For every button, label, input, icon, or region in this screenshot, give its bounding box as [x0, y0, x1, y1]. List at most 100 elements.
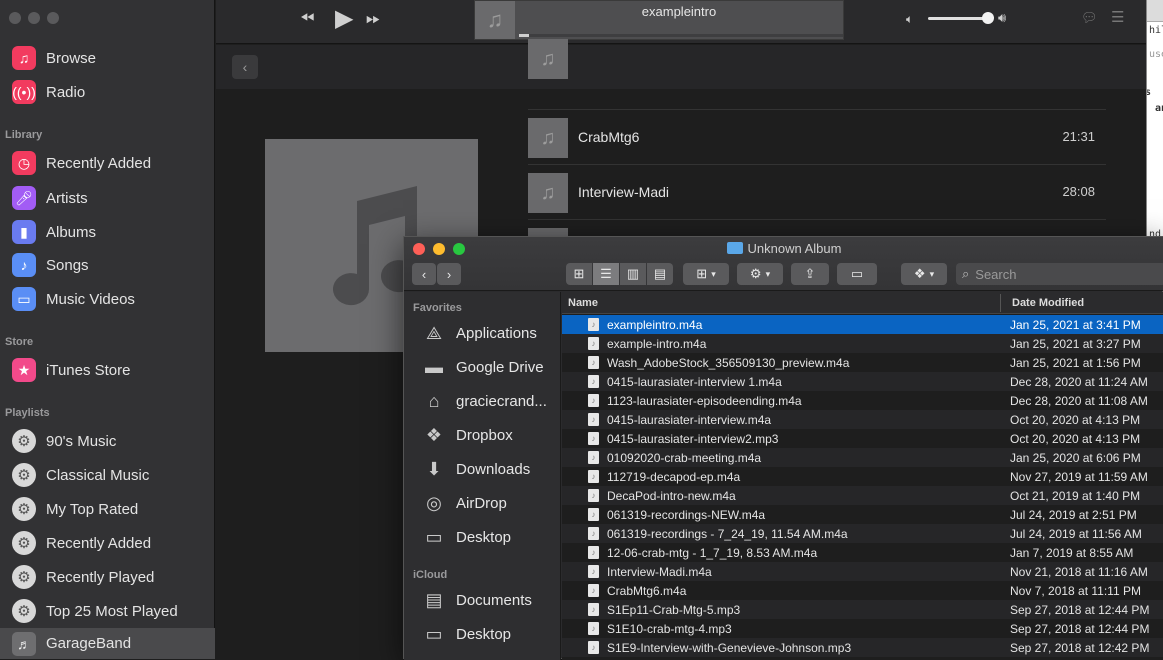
sidebar-item-icloud-desktop[interactable]: ▭ Desktop	[404, 617, 561, 651]
sidebar-item-classical-music[interactable]: ⚙ Classical Music	[0, 458, 215, 492]
file-name: 12-06-crab-mtg - 1_7_19, 8.53 AM.m4a	[607, 546, 818, 560]
file-row[interactable]: ♪ 061319-recordings - 7_24_19, 11.54 AM.m…	[562, 524, 1163, 543]
audio-file-icon: ♪	[588, 508, 599, 521]
minimize-window-button[interactable]	[28, 12, 40, 24]
file-row[interactable]: ♪ 0415-laurasiater-interview2.mp3 Oct 20, …	[562, 429, 1163, 448]
sidebar-item-documents[interactable]: ▤ Documents	[404, 583, 561, 617]
file-date-modified: Sep 27, 2018 at 12:44 PM	[1010, 622, 1150, 636]
music-sidebar: ♫ Browse ((•)) Radio Library ◷ Recently …	[0, 0, 215, 659]
back-button[interactable]: ‹	[232, 55, 258, 79]
lyrics-icon[interactable]: 💬︎	[1081, 10, 1098, 26]
sidebar-item-artists[interactable]: 🎤︎ Artists	[0, 181, 215, 215]
file-row[interactable]: ♪ S1E9-Interview-with-Genevieve-Johnson.m…	[562, 638, 1163, 657]
sidebar-item-garageband[interactable]: ♬ GarageBand	[0, 628, 215, 659]
terminal-titlebar	[1147, 0, 1163, 22]
sidebar-item-top-25-most-played[interactable]: ⚙ Top 25 Most Played	[0, 594, 215, 628]
file-date-modified: Nov 21, 2018 at 11:16 AM	[1010, 565, 1148, 579]
sidebar-item-desktop[interactable]: ▭ Desktop	[404, 520, 561, 554]
back-button[interactable]: ‹	[412, 263, 436, 285]
finder-window-title: Unknown Album	[404, 241, 1163, 256]
sidebar-item-downloads[interactable]: ⬇ Downloads	[404, 452, 561, 486]
sidebar-item-90s-music[interactable]: ⚙ 90's Music	[0, 424, 215, 458]
finder-sidebar: Favorites ⟁ Applications ▬ Google Drive …	[404, 292, 561, 660]
group-by-button[interactable]: ⊞ ▾	[683, 263, 729, 285]
up-next-list-icon[interactable]: ☰	[1111, 8, 1124, 26]
sidebar-item-recently-added-playlist[interactable]: ⚙ Recently Added	[0, 526, 215, 560]
icon-view-button[interactable]: ⊞	[566, 263, 592, 285]
now-playing-display[interactable]: ♫ exampleintro	[474, 0, 844, 40]
file-row[interactable]: ♪ Interview-Madi.m4a Nov 21, 2018 at 11:16…	[562, 562, 1163, 581]
file-row[interactable]: ♪ DecaPod-intro-new.m4a Oct 21, 2019 at 1:…	[562, 486, 1163, 505]
file-row[interactable]: ♪ 061319-recordings-NEW.m4a Jul 24, 2019 a…	[562, 505, 1163, 524]
share-button[interactable]: ⇪	[791, 263, 829, 285]
volume-low-icon: 🔈︎	[906, 12, 914, 26]
fast-forward-button[interactable]: ⏩︎	[366, 8, 380, 29]
sidebar-item-airdrop[interactable]: ◎ AirDrop	[404, 486, 561, 520]
sidebar-item-label: Documents	[456, 591, 532, 609]
sidebar-item-label: Artists	[46, 189, 88, 207]
tags-button[interactable]: ▭	[837, 263, 877, 285]
store-heading: Store	[5, 336, 34, 348]
close-window-button[interactable]	[9, 12, 21, 24]
search-field[interactable]: ⌕	[956, 263, 1163, 285]
file-date-modified: Oct 21, 2019 at 1:40 PM	[1010, 489, 1141, 503]
playback-progress-bar[interactable]	[519, 34, 843, 37]
applications-icon: ⟁	[425, 322, 443, 343]
action-menu-button[interactable]: ⚙ ▾	[737, 263, 783, 285]
sidebar-item-label: Dropbox	[456, 426, 513, 444]
list-view-button[interactable]: ☰	[593, 263, 619, 285]
columns-icon: ▥	[626, 266, 640, 281]
search-input[interactable]	[975, 266, 1146, 282]
sidebar-item-label: GarageBand	[46, 635, 132, 652]
dropbox-button[interactable]: ❖ ▾	[901, 263, 947, 285]
smart-playlist-gear-icon: ⚙	[12, 531, 36, 555]
sidebar-item-songs[interactable]: ♪ Songs	[0, 248, 215, 282]
forward-button[interactable]: ›	[437, 263, 461, 285]
playlists-heading: Playlists	[5, 407, 50, 419]
file-row[interactable]: ♪ 0415-laurasiater-interview.m4a Oct 20, 2…	[562, 410, 1163, 429]
sidebar-item-recently-played[interactable]: ⚙ Recently Played	[0, 560, 215, 594]
sidebar-item-home[interactable]: ⌂ graciecrand...	[404, 384, 561, 418]
file-row[interactable]: ♪ example-intro.m4a Jan 25, 2021 at 3:27 P…	[562, 334, 1163, 353]
sidebar-item-itunes-store[interactable]: ★ iTunes Store	[0, 353, 215, 387]
sidebar-item-radio[interactable]: ((•)) Radio	[0, 75, 215, 109]
track-row[interactable]: ♫	[528, 39, 1106, 110]
sidebar-item-recently-added[interactable]: ◷ Recently Added	[0, 146, 215, 180]
track-title: CrabMtg6	[578, 129, 640, 145]
track-row[interactable]: ♫ CrabMtg6 21:31	[528, 111, 1106, 165]
audio-file-icon: ♪	[588, 470, 599, 483]
file-row[interactable]: ♪ S1Ep11-Crab-Mtg-5.mp3 Sep 27, 2018 at 12…	[562, 600, 1163, 619]
file-row[interactable]: ♪ CrabMtg6.m4a Nov 7, 2018 at 11:11 PM	[562, 581, 1163, 600]
file-row[interactable]: ♪ 112719-decapod-ep.m4a Nov 27, 2019 at 11…	[562, 467, 1163, 486]
rewind-button[interactable]: ⏪︎	[300, 8, 314, 29]
column-header-date-modified[interactable]: Date Modified	[1012, 297, 1084, 309]
sidebar-item-applications[interactable]: ⟁ Applications	[404, 316, 561, 350]
sidebar-item-dropbox[interactable]: ❖ Dropbox	[404, 418, 561, 452]
sidebar-item-albums[interactable]: ▮ Albums	[0, 215, 215, 249]
zoom-window-button[interactable]	[47, 12, 59, 24]
sidebar-item-my-top-rated[interactable]: ⚙ My Top Rated	[0, 492, 215, 526]
file-date-modified: Jul 24, 2019 at 11:56 AM	[1010, 527, 1142, 541]
file-row[interactable]: ♪ 01092020-crab-meeting.m4a Jan 25, 2020 a…	[562, 448, 1163, 467]
play-button[interactable]: ▶	[335, 4, 353, 33]
sidebar-item-label: Applications	[456, 324, 537, 342]
sidebar-item-label: Songs	[46, 256, 89, 274]
file-row[interactable]: ♪ 0415-laurasiater-interview 1.m4a Dec 28,…	[562, 372, 1163, 391]
file-row[interactable]: ♪ 1123-laurasiater-episodeending.m4a Dec 2…	[562, 391, 1163, 410]
audio-file-icon: ♪	[588, 641, 599, 654]
column-view-button[interactable]: ▥	[620, 263, 646, 285]
track-row[interactable]: ♫ Interview-Madi 28:08	[528, 166, 1106, 220]
file-row[interactable]: ♪ S1E10-crab-mtg-4.mp3 Sep 27, 2018 at 12:…	[562, 619, 1163, 638]
file-row[interactable]: ♪ Wash_AdobeStock_356509130_preview.m4a Ja…	[562, 353, 1163, 372]
file-row[interactable]: ♪ exampleintro.m4a Jan 25, 2021 at 3:41 PM	[562, 315, 1163, 334]
sidebar-item-google-drive[interactable]: ▬ Google Drive	[404, 350, 561, 384]
volume-slider[interactable]	[928, 17, 988, 20]
sidebar-item-music-videos[interactable]: ▭ Music Videos	[0, 282, 215, 316]
column-header-name[interactable]: Name	[568, 297, 598, 309]
sidebar-item-browse[interactable]: ♫ Browse	[0, 41, 215, 75]
gallery-view-button[interactable]: ▤	[647, 263, 673, 285]
sidebar-item-label: Albums	[46, 223, 97, 241]
file-row[interactable]: ♪ 12-06-crab-mtg - 1_7_19, 8.53 AM.m4a Jan…	[562, 543, 1163, 562]
volume-slider-knob[interactable]	[982, 12, 994, 24]
star-icon: ★	[12, 358, 36, 382]
